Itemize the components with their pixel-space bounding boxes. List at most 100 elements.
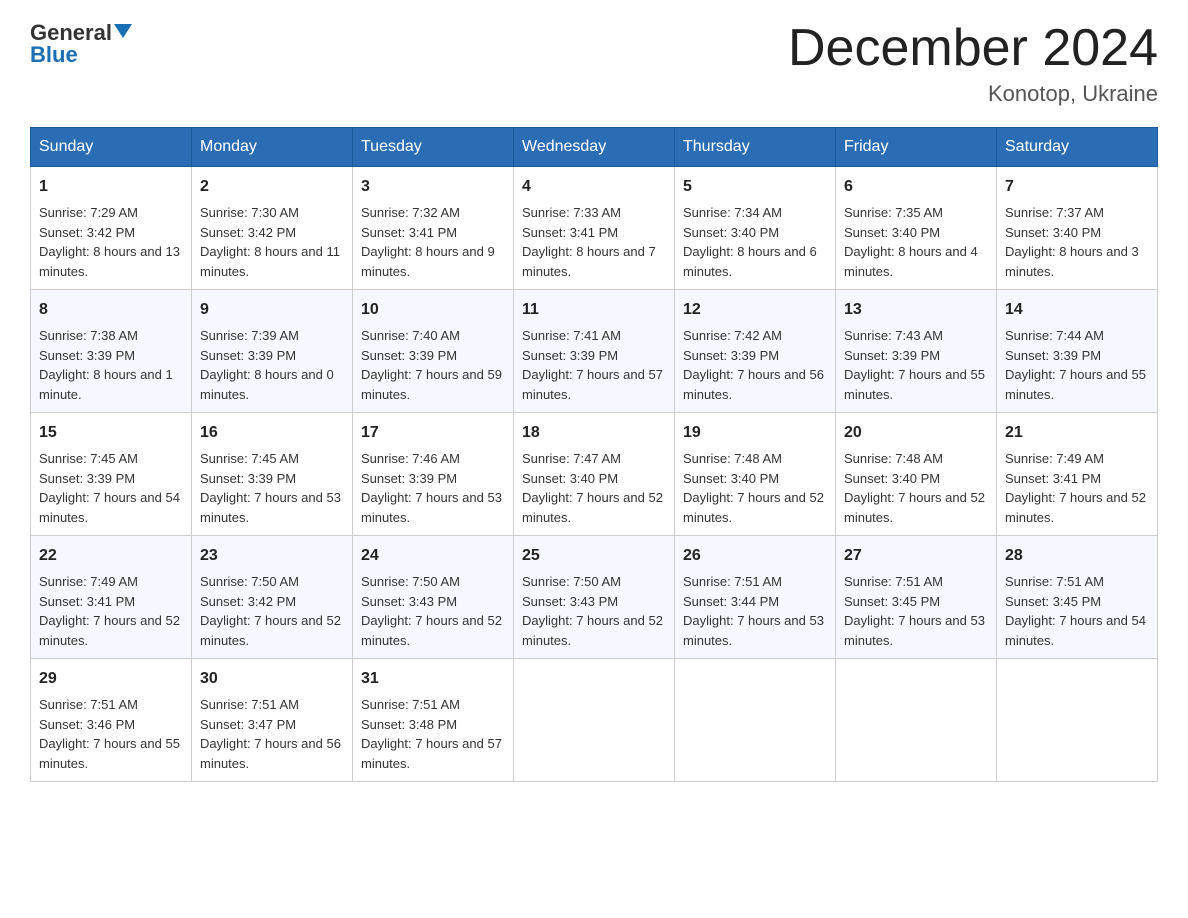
day-info: Sunrise: 7:40 AMSunset: 3:39 PMDaylight:… (361, 328, 502, 402)
day-info: Sunrise: 7:45 AMSunset: 3:39 PMDaylight:… (200, 451, 341, 525)
day-info: Sunrise: 7:51 AMSunset: 3:46 PMDaylight:… (39, 697, 180, 771)
header-day-sunday: Sunday (31, 128, 192, 167)
header-day-wednesday: Wednesday (514, 128, 675, 167)
logo-triangle-icon (114, 24, 132, 38)
day-cell: 14 Sunrise: 7:44 AMSunset: 3:39 PMDayligh… (997, 290, 1158, 413)
day-number: 3 (361, 175, 505, 199)
day-number: 31 (361, 667, 505, 691)
day-cell: 20 Sunrise: 7:48 AMSunset: 3:40 PMDayligh… (836, 413, 997, 536)
day-cell: 5 Sunrise: 7:34 AMSunset: 3:40 PMDaylight… (675, 167, 836, 290)
day-cell (836, 659, 997, 782)
day-number: 24 (361, 544, 505, 568)
logo: General Blue (30, 20, 132, 68)
day-cell: 22 Sunrise: 7:49 AMSunset: 3:41 PMDayligh… (31, 536, 192, 659)
day-info: Sunrise: 7:48 AMSunset: 3:40 PMDaylight:… (683, 451, 824, 525)
day-cell: 4Sunrise: 7:33 AMSunset: 3:41 PMDaylight… (514, 167, 675, 290)
day-number: 8 (39, 298, 183, 322)
day-info: Sunrise: 7:45 AMSunset: 3:39 PMDaylight:… (39, 451, 180, 525)
day-cell: 11Sunrise: 7:41 AMSunset: 3:39 PMDayligh… (514, 290, 675, 413)
day-info: Sunrise: 7:30 AMSunset: 3:42 PMDaylight:… (200, 205, 340, 279)
day-cell: 30 Sunrise: 7:51 AMSunset: 3:47 PMDayligh… (192, 659, 353, 782)
day-info: Sunrise: 7:51 AMSunset: 3:45 PMDaylight:… (844, 574, 985, 648)
day-number: 9 (200, 298, 344, 322)
week-row-3: 15 Sunrise: 7:45 AMSunset: 3:39 PMDayligh… (31, 413, 1158, 536)
day-cell: 31 Sunrise: 7:51 AMSunset: 3:48 PMDayligh… (353, 659, 514, 782)
day-cell: 6 Sunrise: 7:35 AMSunset: 3:40 PMDaylight… (836, 167, 997, 290)
header-day-tuesday: Tuesday (353, 128, 514, 167)
day-info: Sunrise: 7:32 AMSunset: 3:41 PMDaylight:… (361, 205, 495, 279)
day-number: 20 (844, 421, 988, 445)
header-day-monday: Monday (192, 128, 353, 167)
header-row: SundayMondayTuesdayWednesdayThursdayFrid… (31, 128, 1158, 167)
day-cell: 16 Sunrise: 7:45 AMSunset: 3:39 PMDayligh… (192, 413, 353, 536)
day-number: 6 (844, 175, 988, 199)
week-row-1: 1 Sunrise: 7:29 AMSunset: 3:42 PMDaylight… (31, 167, 1158, 290)
header-day-friday: Friday (836, 128, 997, 167)
day-number: 22 (39, 544, 183, 568)
day-cell: 8Sunrise: 7:38 AMSunset: 3:39 PMDaylight… (31, 290, 192, 413)
month-title: December 2024 (788, 20, 1158, 77)
day-info: Sunrise: 7:50 AMSunset: 3:43 PMDaylight:… (522, 574, 663, 648)
day-info: Sunrise: 7:50 AMSunset: 3:43 PMDaylight:… (361, 574, 502, 648)
day-info: Sunrise: 7:51 AMSunset: 3:47 PMDaylight:… (200, 697, 341, 771)
day-number: 16 (200, 421, 344, 445)
day-number: 21 (1005, 421, 1149, 445)
day-info: Sunrise: 7:49 AMSunset: 3:41 PMDaylight:… (1005, 451, 1146, 525)
day-number: 30 (200, 667, 344, 691)
day-number: 4 (522, 175, 666, 199)
day-number: 19 (683, 421, 827, 445)
day-cell (675, 659, 836, 782)
day-cell: 7 Sunrise: 7:37 AMSunset: 3:40 PMDaylight… (997, 167, 1158, 290)
day-number: 14 (1005, 298, 1149, 322)
day-cell: 26 Sunrise: 7:51 AMSunset: 3:44 PMDayligh… (675, 536, 836, 659)
day-info: Sunrise: 7:39 AMSunset: 3:39 PMDaylight:… (200, 328, 334, 402)
day-cell: 2 Sunrise: 7:30 AMSunset: 3:42 PMDaylight… (192, 167, 353, 290)
day-number: 1 (39, 175, 183, 199)
day-cell: 17 Sunrise: 7:46 AMSunset: 3:39 PMDayligh… (353, 413, 514, 536)
day-number: 11 (522, 298, 666, 322)
day-number: 12 (683, 298, 827, 322)
week-row-2: 8Sunrise: 7:38 AMSunset: 3:39 PMDaylight… (31, 290, 1158, 413)
day-number: 26 (683, 544, 827, 568)
day-number: 17 (361, 421, 505, 445)
day-number: 7 (1005, 175, 1149, 199)
day-cell: 21 Sunrise: 7:49 AMSunset: 3:41 PMDayligh… (997, 413, 1158, 536)
logo-blue: Blue (30, 42, 78, 68)
day-cell: 24 Sunrise: 7:50 AMSunset: 3:43 PMDayligh… (353, 536, 514, 659)
day-cell: 13 Sunrise: 7:43 AMSunset: 3:39 PMDayligh… (836, 290, 997, 413)
day-info: Sunrise: 7:29 AMSunset: 3:42 PMDaylight:… (39, 205, 180, 279)
day-info: Sunrise: 7:37 AMSunset: 3:40 PMDaylight:… (1005, 205, 1139, 279)
day-number: 2 (200, 175, 344, 199)
day-cell: 29 Sunrise: 7:51 AMSunset: 3:46 PMDayligh… (31, 659, 192, 782)
day-number: 27 (844, 544, 988, 568)
day-info: Sunrise: 7:48 AMSunset: 3:40 PMDaylight:… (844, 451, 985, 525)
calendar-table: SundayMondayTuesdayWednesdayThursdayFrid… (30, 127, 1158, 782)
day-number: 15 (39, 421, 183, 445)
day-info: Sunrise: 7:42 AMSunset: 3:39 PMDaylight:… (683, 328, 824, 402)
day-info: Sunrise: 7:51 AMSunset: 3:45 PMDaylight:… (1005, 574, 1146, 648)
day-number: 25 (522, 544, 666, 568)
day-info: Sunrise: 7:51 AMSunset: 3:44 PMDaylight:… (683, 574, 824, 648)
day-cell: 12 Sunrise: 7:42 AMSunset: 3:39 PMDayligh… (675, 290, 836, 413)
day-cell (997, 659, 1158, 782)
week-row-4: 22 Sunrise: 7:49 AMSunset: 3:41 PMDayligh… (31, 536, 1158, 659)
day-number: 28 (1005, 544, 1149, 568)
day-number: 29 (39, 667, 183, 691)
day-number: 13 (844, 298, 988, 322)
header-day-thursday: Thursday (675, 128, 836, 167)
day-info: Sunrise: 7:34 AMSunset: 3:40 PMDaylight:… (683, 205, 817, 279)
day-cell: 25 Sunrise: 7:50 AMSunset: 3:43 PMDayligh… (514, 536, 675, 659)
location: Konotop, Ukraine (788, 81, 1158, 107)
day-info: Sunrise: 7:46 AMSunset: 3:39 PMDaylight:… (361, 451, 502, 525)
day-info: Sunrise: 7:47 AMSunset: 3:40 PMDaylight:… (522, 451, 663, 525)
day-number: 5 (683, 175, 827, 199)
day-info: Sunrise: 7:51 AMSunset: 3:48 PMDaylight:… (361, 697, 502, 771)
day-cell: 10 Sunrise: 7:40 AMSunset: 3:39 PMDayligh… (353, 290, 514, 413)
day-info: Sunrise: 7:49 AMSunset: 3:41 PMDaylight:… (39, 574, 180, 648)
day-info: Sunrise: 7:43 AMSunset: 3:39 PMDaylight:… (844, 328, 985, 402)
day-info: Sunrise: 7:35 AMSunset: 3:40 PMDaylight:… (844, 205, 978, 279)
week-row-5: 29 Sunrise: 7:51 AMSunset: 3:46 PMDayligh… (31, 659, 1158, 782)
day-info: Sunrise: 7:44 AMSunset: 3:39 PMDaylight:… (1005, 328, 1146, 402)
day-number: 10 (361, 298, 505, 322)
day-cell: 28 Sunrise: 7:51 AMSunset: 3:45 PMDayligh… (997, 536, 1158, 659)
